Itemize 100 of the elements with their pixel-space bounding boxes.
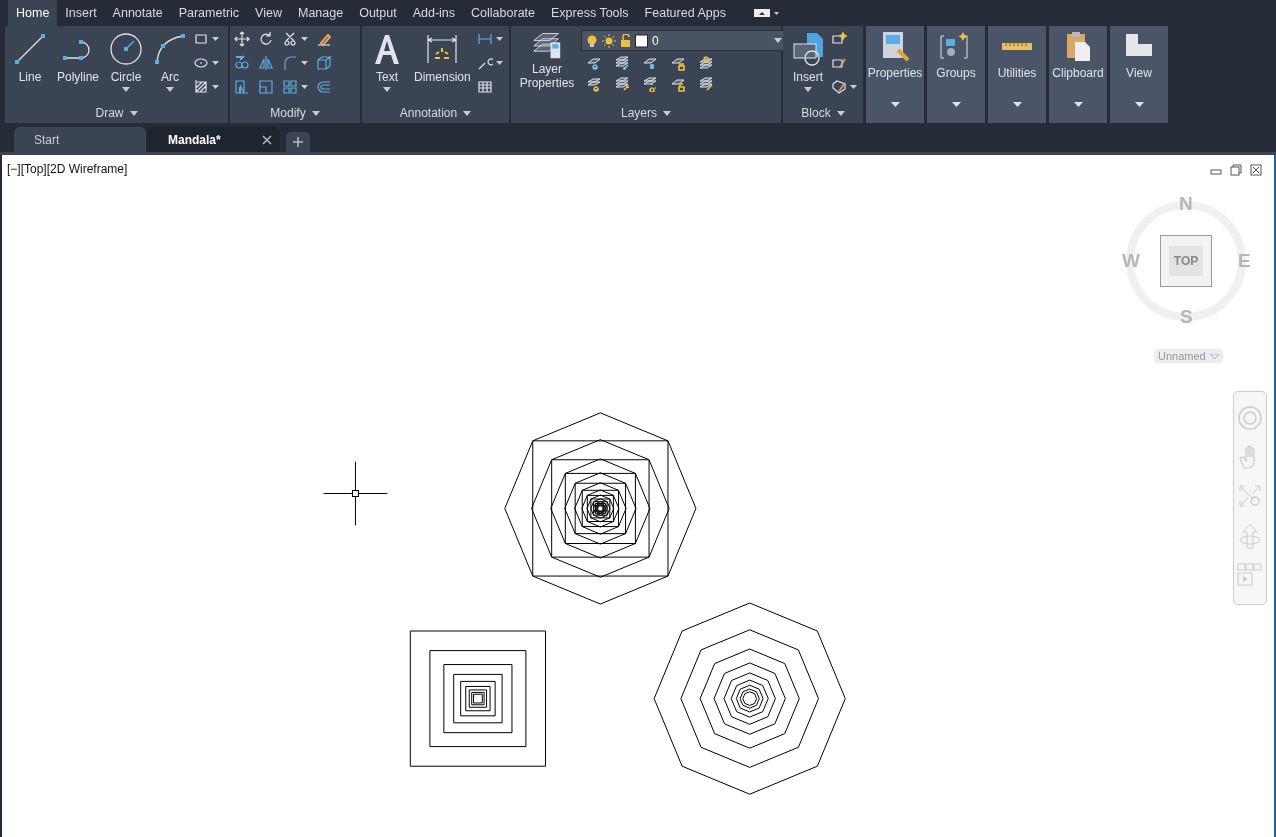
move-icon: [234, 31, 250, 47]
properties-panel-button[interactable]: Properties: [866, 26, 924, 123]
document-tab[interactable]: Mandala*: [148, 127, 280, 152]
layer-stack-tool-button[interactable]: [697, 54, 715, 72]
array-tool-button[interactable]: [282, 78, 308, 96]
create-block-icon: [831, 31, 847, 47]
ribbon-tab[interactable]: Express Tools: [543, 0, 637, 26]
layer-stack-arrow-tool-button[interactable]: [613, 54, 631, 72]
circle-tool-button[interactable]: Circle: [105, 30, 148, 94]
groups-panel-button[interactable]: Groups: [927, 26, 985, 123]
ribbon-tab[interactable]: Output: [351, 0, 405, 26]
view-panel-button[interactable]: View: [1110, 26, 1168, 123]
dimension-tool-button[interactable]: Dimension: [410, 30, 475, 86]
hatch-tool-button[interactable]: [193, 78, 220, 96]
layer-stack-icon: [532, 30, 562, 60]
layers-panel-title[interactable]: Layers: [511, 103, 781, 123]
layer-stack-brush-tool-button[interactable]: [697, 75, 715, 93]
layer-stack-brush-icon: [697, 76, 715, 92]
ellipse-icon: [193, 55, 210, 71]
leader-icon: [476, 55, 493, 71]
drawing-canvas[interactable]: [−][Top][2D Wireframe] N W TOP E S Unnamed: [0, 155, 1276, 837]
line-tool-button[interactable]: Line: [9, 30, 51, 86]
caret-icon: [850, 85, 857, 89]
caret-icon: [301, 61, 308, 65]
layer-stack-arrow-icon: [613, 76, 631, 92]
sun-icon: [602, 33, 616, 48]
layer-snowflake-icon: [641, 55, 659, 71]
caret-icon: [1209, 353, 1219, 359]
utilities-panel-button[interactable]: Utilities: [988, 26, 1046, 123]
layer-stack-sun-tool-button[interactable]: [641, 75, 659, 93]
move-tool-button[interactable]: [234, 30, 250, 48]
stretch-tool-button[interactable]: [234, 78, 250, 96]
scale-tool-button[interactable]: [258, 78, 274, 96]
ribbon-tab[interactable]: Parametric: [170, 0, 248, 26]
rectangle-icon: [193, 31, 210, 47]
caret-icon: [774, 38, 782, 43]
block-attribute-icon: [831, 79, 847, 95]
block-attribute-tool-button[interactable]: [831, 78, 857, 96]
caret-icon: [129, 110, 138, 116]
mirror-icon: [258, 55, 274, 71]
rotate-tool-button[interactable]: [258, 30, 274, 48]
crosshair-cursor: [323, 461, 388, 526]
clipboard-panel-button[interactable]: Clipboard: [1049, 26, 1107, 123]
box-tool-button[interactable]: [316, 54, 332, 72]
linear-dimension-icon: [476, 31, 493, 47]
rotate-icon: [258, 31, 274, 47]
box-icon: [316, 55, 332, 71]
eraser-icon: [316, 31, 332, 47]
layer-properties-button[interactable]: Layer Properties: [515, 30, 579, 90]
annotation-panel-title[interactable]: Annotation: [362, 103, 509, 123]
mirror-tool-button[interactable]: [258, 54, 274, 72]
array-icon: [282, 79, 298, 95]
scissors-icon: [282, 31, 298, 47]
hatch-icon: [193, 79, 210, 95]
offset-tool-button[interactable]: [316, 78, 332, 96]
layer-stack-arrow-tool-button[interactable]: [613, 75, 631, 93]
layer-unlock-icon: [669, 76, 687, 92]
ribbon-tab[interactable]: View: [247, 0, 290, 26]
lock-icon: [620, 33, 631, 48]
dimension-icon: [425, 32, 460, 66]
insert-block-icon: [791, 32, 825, 66]
ribbon-tab[interactable]: Insert: [57, 0, 105, 26]
copy-icon: [234, 55, 250, 71]
ribbon-tab[interactable]: Manage: [289, 0, 352, 26]
fillet-tool-button[interactable]: [282, 54, 308, 72]
block-panel-title[interactable]: Block: [783, 103, 863, 123]
ribbon-tab[interactable]: Collaborate: [463, 0, 543, 26]
caret-icon: [1073, 102, 1083, 107]
close-icon[interactable]: [1250, 164, 1262, 176]
arc-tool-button[interactable]: Arc: [149, 30, 192, 94]
text-tool-button[interactable]: Text: [366, 30, 408, 94]
new-tab-button[interactable]: [286, 132, 310, 152]
ribbon-tab[interactable]: Annotate: [104, 0, 171, 26]
viewport-controls-label[interactable]: [−][Top][2D Wireframe]: [7, 162, 128, 176]
polyline-tool-button[interactable]: Polyline: [53, 30, 104, 86]
layer-stack-bulb-tool-button[interactable]: [585, 75, 603, 93]
caret-icon: [663, 110, 671, 116]
layer-stack-icon: [697, 55, 715, 71]
layer-name: 0: [652, 33, 660, 48]
caret-icon: [836, 110, 845, 116]
caret-icon: [1134, 102, 1144, 107]
ribbon-tab[interactable]: Featured Apps: [636, 0, 734, 26]
lightbulb-icon: [586, 33, 598, 48]
line-icon: [13, 32, 47, 66]
circle-icon: [109, 32, 144, 66]
copy-tool-button[interactable]: [234, 54, 250, 72]
draw-panel-title[interactable]: Draw: [5, 103, 228, 123]
document-tab[interactable]: Start: [14, 127, 146, 152]
caret-icon: [301, 85, 308, 89]
fillet-icon: [282, 55, 298, 71]
arc-icon: [153, 32, 188, 66]
caret-icon: [463, 110, 472, 116]
ribbon-tab[interactable]: Home: [8, 0, 58, 26]
close-icon[interactable]: [262, 134, 272, 145]
ribbon-tab[interactable]: Add-ins: [404, 0, 464, 26]
layer-lock-icon: [669, 55, 687, 71]
caret-icon: [212, 61, 220, 65]
insert-block-button[interactable]: Insert: [787, 30, 829, 94]
restore-icon[interactable]: [1230, 164, 1242, 176]
scissors-tool-button[interactable]: [282, 30, 308, 48]
